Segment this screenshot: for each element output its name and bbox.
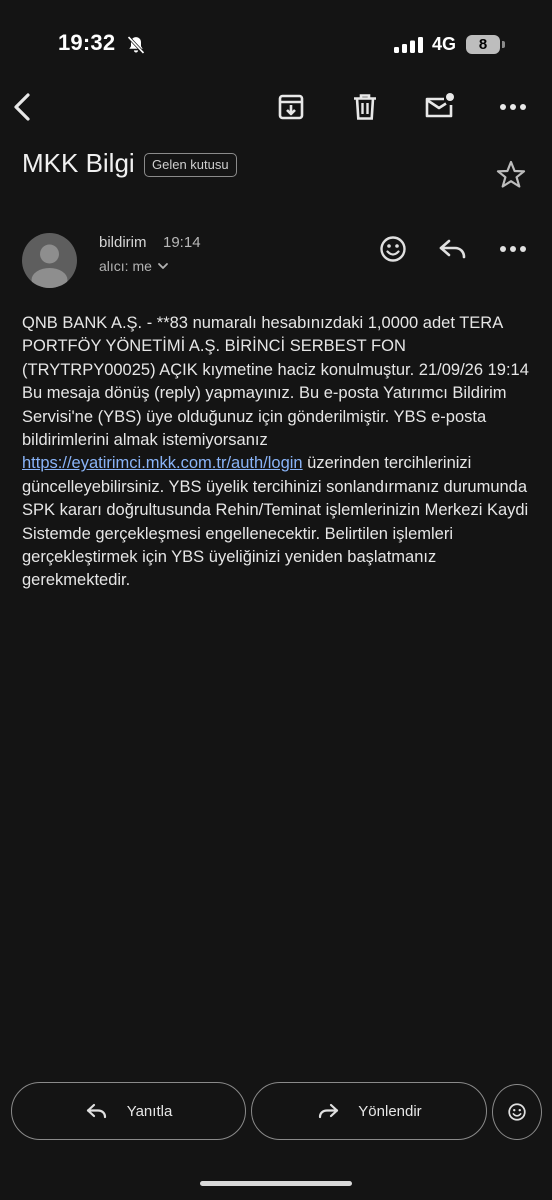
reply-icon[interactable] (436, 232, 470, 266)
forward-button[interactable]: Yönlendir (251, 1082, 487, 1140)
email-subject: MKK Bilgi (22, 148, 135, 178)
battery-tip (502, 41, 505, 48)
inbox-label-chip[interactable]: Gelen kutusu (144, 153, 237, 177)
more-horiz-icon[interactable] (496, 90, 530, 124)
login-link[interactable]: https://eyatirimci.mkk.com.tr/auth/login (22, 454, 303, 472)
network-label: 4G (432, 34, 457, 54)
forward-icon (319, 1103, 339, 1119)
recipient-toggle[interactable]: alıcı: me (99, 258, 170, 274)
email-body: QNB BANK A.Ş. - **83 numaralı hesabınızd… (22, 312, 534, 593)
star-icon[interactable] (494, 158, 528, 192)
add-reaction-icon (508, 1103, 526, 1121)
recipient-label: alıcı: me (99, 258, 152, 274)
email-time: 19:14 (163, 234, 201, 251)
react-button[interactable] (492, 1084, 542, 1140)
battery-level: 8 (478, 36, 488, 53)
person-icon (31, 244, 68, 288)
email-body-text: QNB BANK A.Ş. - **83 numaralı hesabınızd… (22, 314, 529, 450)
reply-icon (86, 1103, 106, 1119)
signal-icon (394, 37, 423, 53)
add-reaction-icon[interactable] (376, 232, 410, 266)
email-body-text-2: üzerinden tercihlerinizi güncelleyebilir… (22, 454, 529, 590)
sender-name[interactable]: bildirim (99, 234, 147, 251)
reply-button-label: Yanıtla (126, 1102, 173, 1120)
home-indicator[interactable] (200, 1181, 352, 1186)
archive-icon[interactable] (274, 90, 308, 124)
trash-icon[interactable] (348, 90, 382, 124)
bell-off-icon (127, 36, 145, 54)
status-time: 19:32 (58, 30, 116, 55)
forward-button-label: Yönlendir (358, 1102, 422, 1120)
battery-icon: 8 (466, 35, 500, 54)
mark-unread-icon[interactable] (422, 90, 456, 124)
avatar[interactable] (22, 233, 77, 288)
chevron-down-icon (158, 263, 168, 269)
reply-button[interactable]: Yanıtla (11, 1082, 246, 1140)
more-horiz-icon[interactable] (496, 232, 530, 266)
arrow-back-icon[interactable] (6, 90, 40, 124)
